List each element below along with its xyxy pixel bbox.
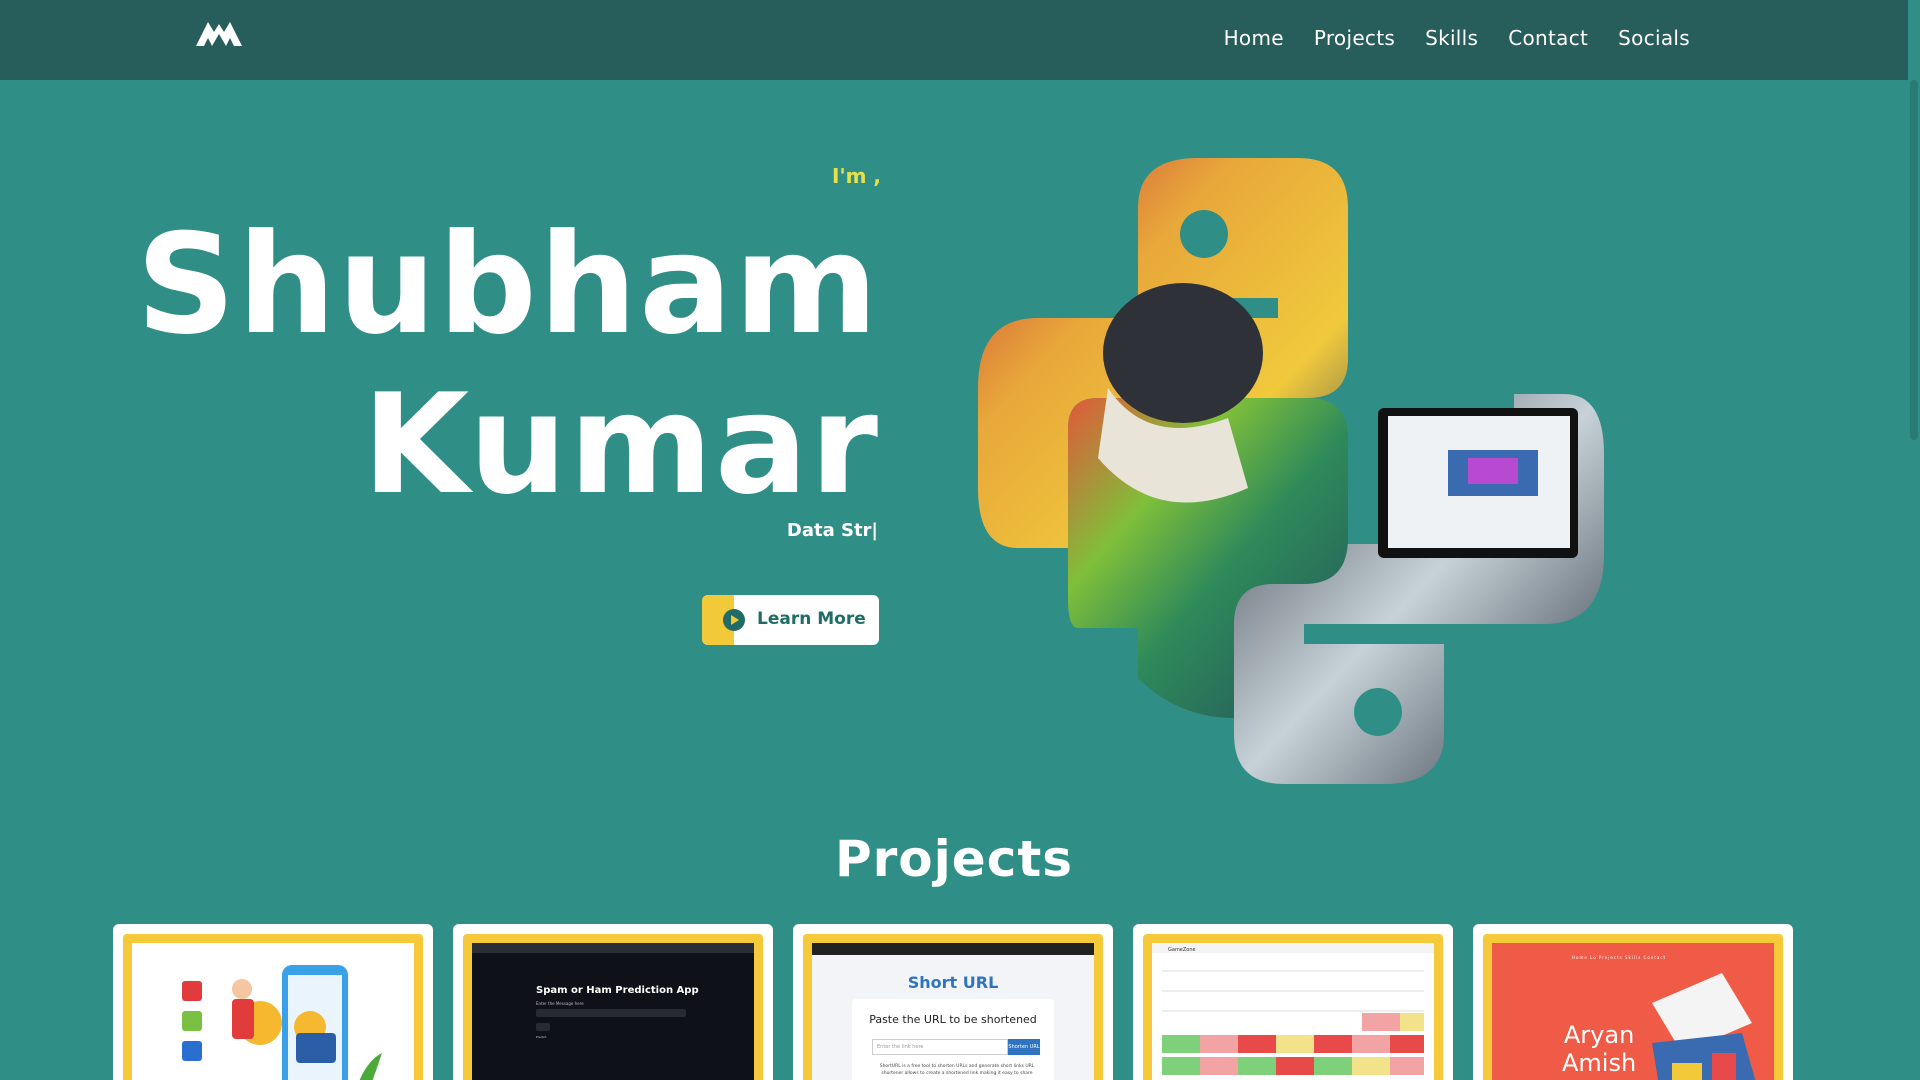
navbar: Home Projects Skills Contact Socials [0,0,1908,80]
typed-text: Data Str| [786,520,878,541]
hero-last-name: Kumar [362,364,880,525]
short-url-thumbnail: Short URL Paste the URL to be shortened … [812,943,1094,1080]
scrollbar[interactable] [1908,0,1920,1080]
hero-first-name: Shubham [136,204,880,365]
short-url-paste-label: Paste the URL to be shortened [869,1013,1037,1026]
short-url-input: Enter the link here [872,1039,1008,1055]
hero-name: Shubham Kumar [136,205,880,525]
spam-ham-button-label: Predict [536,1035,547,1039]
project-card-portfolio[interactable]: Home Lo Projects Skills Contact Aryan Am… [1473,924,1793,1080]
short-url-description: ShortURL is a free tool to shorten URLs … [879,1064,1035,1076]
crypto-illustration [182,965,382,1080]
shorten-url-button: Shorten URL [1008,1039,1040,1055]
play-circle-icon [723,609,745,631]
spam-ham-input [536,1009,686,1017]
spam-ham-app-title: Spam or Ham Prediction App [536,985,699,996]
nav-contact[interactable]: Contact [1508,26,1588,50]
card-frame: Home Lo Projects Skills Contact Aryan Am… [1483,934,1783,1080]
nav-links: Home Projects Skills Contact Socials [1224,26,1690,50]
short-url-box: Paste the URL to be shortened Enter the … [852,999,1054,1080]
nav-projects[interactable]: Projects [1314,26,1395,50]
nav-skills[interactable]: Skills [1425,26,1478,50]
card-frame [123,934,423,1080]
mountain-logo-icon[interactable] [196,16,242,48]
spam-ham-button: Predict [536,1023,550,1039]
calendar-grid: GameZone [1152,943,1434,1075]
card-frame: Short URL Paste the URL to be shortened … [803,934,1103,1080]
scrollbar-thumb[interactable] [1910,80,1918,440]
learn-more-label: Learn More [757,609,866,629]
project-card-crypto[interactable] [113,924,433,1080]
browser-bar [472,943,754,953]
spam-ham-subtitle: Enter the Message here [536,1001,584,1006]
hero-intro: I'm , [832,164,881,188]
crypto-wallet-thumbnail [132,943,414,1080]
project-cards: Spam or Ham Prediction App Enter the Mes… [113,924,1793,1080]
project-card-spam-ham[interactable]: Spam or Ham Prediction App Enter the Mes… [453,924,773,1080]
nav-home[interactable]: Home [1224,26,1284,50]
card-frame: Spam or Ham Prediction App Enter the Mes… [463,934,763,1080]
short-url-title: Short URL [907,973,999,992]
portfolio-thumbnail: Home Lo Projects Skills Contact Aryan Am… [1492,943,1774,1080]
projects-title: Projects [834,830,1073,888]
nav-socials[interactable]: Socials [1618,26,1690,50]
project-card-calendar[interactable]: GameZone [1133,924,1453,1080]
card-frame: GameZone [1143,934,1443,1080]
calendar-brand: GameZone [1168,947,1196,953]
python-logo-artwork [978,158,1604,784]
portfolio-art [1652,973,1756,1080]
browser-bar [812,943,1094,955]
spam-ham-thumbnail: Spam or Ham Prediction App Enter the Mes… [472,943,754,1080]
calendar-thumbnail: GameZone [1152,943,1434,1080]
project-card-short-url[interactable]: Short URL Paste the URL to be shortened … [793,924,1113,1080]
learn-more-button[interactable]: Learn More [702,595,879,645]
